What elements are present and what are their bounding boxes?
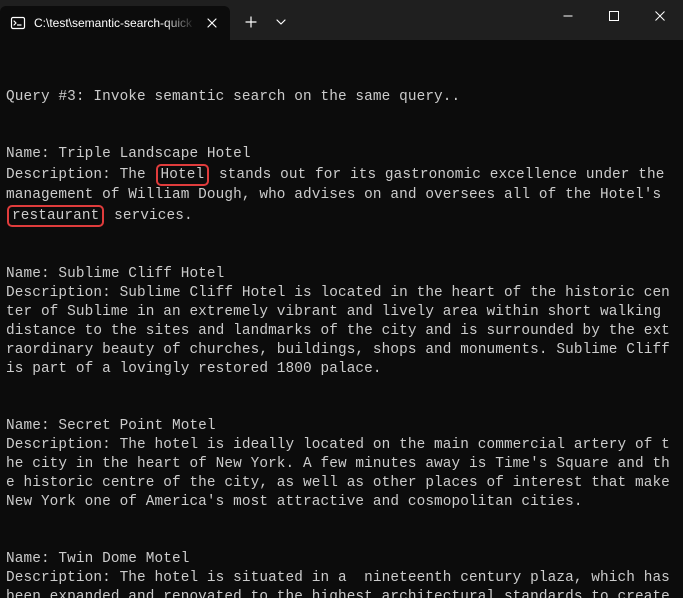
plus-icon	[245, 16, 257, 28]
highlight-term: Hotel	[156, 164, 210, 186]
close-window-button[interactable]	[637, 0, 683, 32]
minimize-icon	[563, 11, 573, 21]
highlight-term: restaurant	[7, 205, 104, 227]
search-result: Name: Triple Landscape Hotel Description…	[6, 145, 677, 227]
query-header: Query #3: Invoke semantic search on the …	[6, 88, 677, 107]
result-description: Description: Sublime Cliff Hotel is loca…	[6, 285, 679, 377]
active-tab[interactable]: C:\test\semantic-search-quick	[0, 6, 230, 40]
result-name: Name: Twin Dome Motel	[6, 551, 189, 567]
result-description: Description: The hotel is ideally locate…	[6, 437, 679, 510]
result-name: Name: Secret Point Motel	[6, 418, 216, 434]
result-name: Name: Triple Landscape Hotel	[6, 146, 251, 162]
tab-dropdown-button[interactable]	[266, 7, 296, 37]
drag-region[interactable]	[296, 0, 545, 40]
chevron-down-icon	[276, 19, 286, 25]
titlebar: C:\test\semantic-search-quick	[0, 0, 683, 40]
tab-title: C:\test\semantic-search-quick	[34, 16, 196, 30]
maximize-button[interactable]	[591, 0, 637, 32]
search-result: Name: Sublime Cliff Hotel Description: S…	[6, 265, 677, 379]
terminal-output[interactable]: Query #3: Invoke semantic search on the …	[0, 40, 683, 598]
tab-actions	[230, 0, 296, 40]
result-description: Description: The hotel is situated in a …	[6, 570, 679, 598]
new-tab-button[interactable]	[236, 7, 266, 37]
search-result: Name: Twin Dome Motel Description: The h…	[6, 550, 677, 598]
result-name: Name: Sublime Cliff Hotel	[6, 266, 224, 282]
close-tab-button[interactable]	[204, 15, 220, 31]
search-result: Name: Secret Point Motel Description: Th…	[6, 417, 677, 512]
maximize-icon	[609, 11, 619, 21]
terminal-icon	[10, 15, 26, 31]
minimize-button[interactable]	[545, 0, 591, 32]
window-controls	[545, 0, 683, 32]
result-description: Description: The Hotel stands out for it…	[6, 167, 673, 224]
close-icon	[655, 11, 665, 21]
close-icon	[207, 18, 217, 28]
